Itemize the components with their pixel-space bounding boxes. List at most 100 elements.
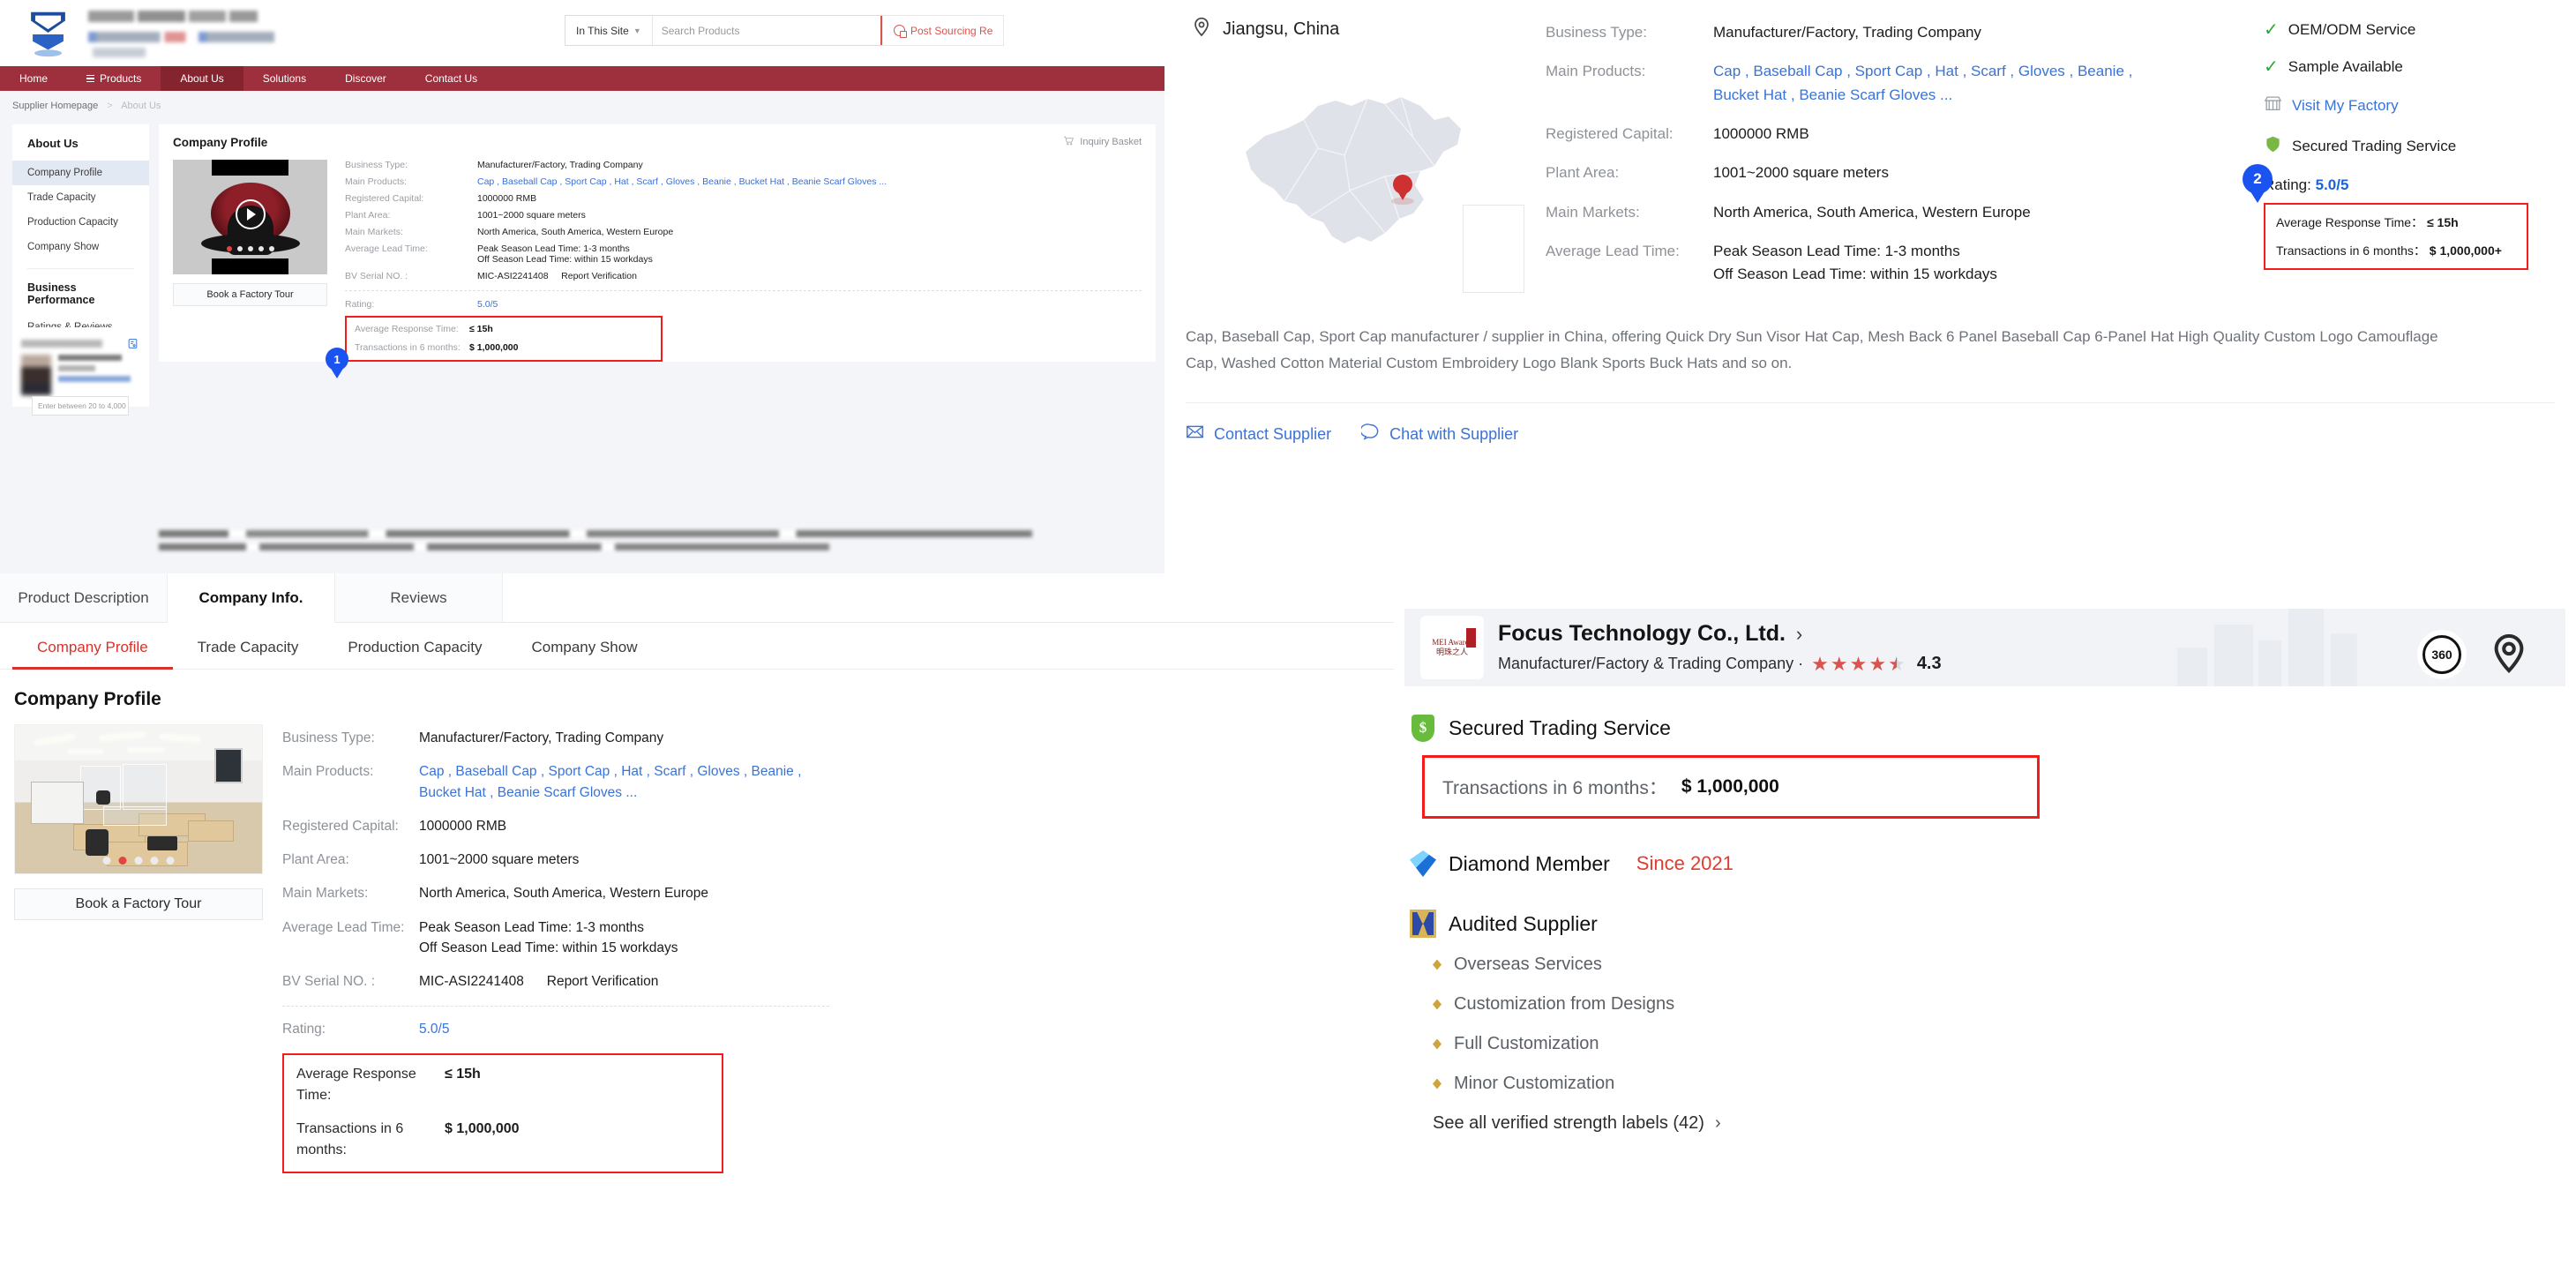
product-link[interactable]: Hat: [1935, 63, 1958, 79]
spec-value: North America, South America, Western Eu…: [477, 227, 674, 237]
tab-company-info[interactable]: Company Info.: [168, 573, 335, 623]
list-separator: ,: [793, 764, 802, 780]
product-link[interactable]: Scarf: [1971, 63, 2006, 79]
section-title: Company Profile: [14, 689, 161, 709]
search-input[interactable]: [652, 16, 880, 45]
subtab-company-profile[interactable]: Company Profile: [12, 623, 173, 670]
product-link[interactable]: Hat: [621, 764, 642, 779]
product-link[interactable]: Cap: [419, 764, 444, 779]
rating-value[interactable]: 5.0/5: [419, 1019, 449, 1039]
nav-item-solutions[interactable]: Solutions: [243, 66, 326, 91]
book-factory-tour-button[interactable]: Book a Factory Tour: [14, 888, 263, 920]
spec-value: Manufacturer/Factory, Trading Company: [477, 160, 643, 170]
list-item: Full Customization: [1433, 1034, 2550, 1054]
subtab-trade-capacity[interactable]: Trade Capacity: [173, 623, 324, 669]
company-info-pane: Product Description Company Info. Review…: [0, 573, 1394, 1288]
highlight-key: Transactions in 6 months：: [2276, 243, 2426, 258]
badge-label: Secured Trading Service: [2292, 138, 2457, 154]
gallery-dots[interactable]: [102, 857, 175, 865]
inquiry-basket-button[interactable]: Inquiry Basket: [1063, 135, 1142, 149]
nav-item-about-us[interactable]: About Us: [161, 66, 243, 91]
product-link[interactable]: Baseball Cap: [502, 176, 557, 187]
product-link[interactable]: Bucket Hat: [419, 785, 486, 800]
chat-bubble-icon: [1359, 423, 1380, 446]
product-link[interactable]: Cap: [1713, 63, 1741, 79]
highlight-value: $ 1,000,000: [469, 342, 519, 353]
contact-supplier-button[interactable]: Contact Supplier: [1186, 423, 1331, 446]
spec-value: North America, South America, Western Eu…: [1713, 203, 2031, 221]
product-link[interactable]: Gloves: [666, 176, 695, 187]
transactions-label: Transactions in 6 months：: [1442, 778, 1667, 798]
supplier-spec-list: Business Type: Manufacturer/Factory, Tra…: [1546, 16, 2257, 303]
nav-item-contact-us[interactable]: Contact Us: [406, 66, 497, 91]
product-video-thumbnail[interactable]: [173, 160, 327, 274]
spec-key: Main Markets:: [282, 886, 369, 902]
gallery-dots[interactable]: [226, 246, 274, 251]
report-verification-link[interactable]: Report Verification: [561, 271, 637, 281]
visit-my-factory-link[interactable]: Visit My Factory: [2264, 95, 2555, 116]
product-link[interactable]: Baseball Cap: [1753, 63, 1842, 79]
spec-row-business-type: Business Type: Manufacturer/Factory, Tra…: [1546, 21, 2257, 44]
sidebar-item-company-profile[interactable]: Company Profile: [12, 161, 149, 185]
spec-key: Main Markets:: [1546, 203, 1640, 221]
product-link[interactable]: Baseball Cap: [455, 764, 536, 779]
nav-item-discover[interactable]: Discover: [326, 66, 406, 91]
office-photo[interactable]: [14, 724, 263, 874]
product-link[interactable]: Bucket Hat: [1713, 86, 1786, 103]
breadcrumb-root[interactable]: Supplier Homepage: [12, 101, 98, 111]
nav-item-home[interactable]: Home: [0, 66, 67, 91]
company-logo-icon: [19, 5, 77, 60]
product-link[interactable]: Beanie: [752, 764, 794, 779]
chat-with-supplier-button[interactable]: Chat with Supplier: [1359, 423, 1518, 446]
product-link[interactable]: Gloves: [697, 764, 739, 779]
subtab-company-show[interactable]: Company Show: [506, 623, 662, 669]
product-link[interactable]: Beanie: [702, 176, 731, 187]
product-link[interactable]: Cap: [477, 176, 494, 187]
vr-360-button[interactable]: 360: [2417, 630, 2467, 679]
product-link[interactable]: Sport Cap: [1855, 63, 1923, 79]
product-link[interactable]: Beanie Scarf Gloves ...: [792, 176, 887, 187]
360-icon: 360: [2422, 635, 2461, 674]
spec-key: Plant Area:: [282, 852, 349, 867]
tab-reviews[interactable]: Reviews: [335, 573, 503, 622]
product-link[interactable]: Scarf: [636, 176, 658, 187]
post-sourcing-request-button[interactable]: Post Sourcing Re: [882, 15, 1005, 46]
product-link[interactable]: Beanie Scarf Gloves ...: [1799, 86, 1952, 103]
search-scope-select[interactable]: In This Site ▼: [565, 16, 653, 45]
company-name-link[interactable]: Focus Technology Co., Ltd. ›: [1498, 621, 1942, 647]
product-link[interactable]: Beanie: [2078, 63, 2124, 79]
report-verification-link[interactable]: Report Verification: [547, 974, 659, 989]
message-textarea[interactable]: Enter between 20 to 4,000 characters.: [32, 396, 129, 416]
product-link[interactable]: Gloves: [2018, 63, 2065, 79]
product-link[interactable]: Hat: [614, 176, 628, 187]
tab-product-description[interactable]: Product Description: [0, 573, 168, 622]
spec-value: 1000000 RMB: [477, 193, 537, 204]
spec-value: 1001~2000 square meters: [477, 210, 586, 221]
map-location-button[interactable]: [2484, 630, 2534, 679]
site-search[interactable]: In This Site ▼: [565, 15, 927, 46]
book-factory-tour-button[interactable]: Book a Factory Tour: [173, 283, 327, 306]
subtab-production-capacity[interactable]: Production Capacity: [323, 623, 506, 669]
nav-item-products[interactable]: Products: [67, 66, 161, 91]
highlight-value: ≤ 15h: [469, 324, 493, 334]
rating-value[interactable]: 5.0/5: [477, 299, 498, 310]
spec-row-average-lead-time: Average Lead Time: Peak Season Lead Time…: [282, 917, 1380, 959]
spec-row-business-type: Business Type: Manufacturer/Factory, Tra…: [282, 728, 1380, 748]
sidebar-item-company-show[interactable]: Company Show: [12, 235, 149, 259]
product-link[interactable]: Beanie Scarf Gloves ...: [498, 785, 638, 800]
product-link[interactable]: Scarf: [654, 764, 685, 779]
see-all-labels-link[interactable]: See all verified strength labels (42) ›: [1433, 1113, 2550, 1134]
audited-shield-icon: [1410, 909, 1436, 939]
contact-card-icon[interactable]: [127, 338, 139, 349]
sidebar-item-trade-capacity[interactable]: Trade Capacity: [12, 185, 149, 210]
product-link[interactable]: Sport Cap: [548, 764, 610, 779]
sidebar-item-production-capacity[interactable]: Production Capacity: [12, 210, 149, 235]
list-separator: ,: [657, 176, 666, 187]
rating-value[interactable]: 5.0/5: [2316, 176, 2349, 193]
product-link[interactable]: Sport Cap: [565, 176, 606, 187]
diamond-member-row: Diamond Member Since 2021: [1410, 849, 2550, 879]
spec-key: Plant Area:: [1546, 164, 1620, 182]
play-icon[interactable]: [235, 199, 266, 230]
supplier-summary-card: MEI Awards 明珠之人 Focus Technology Co., Lt…: [1394, 602, 2576, 1288]
product-link[interactable]: Bucket Hat: [739, 176, 784, 187]
